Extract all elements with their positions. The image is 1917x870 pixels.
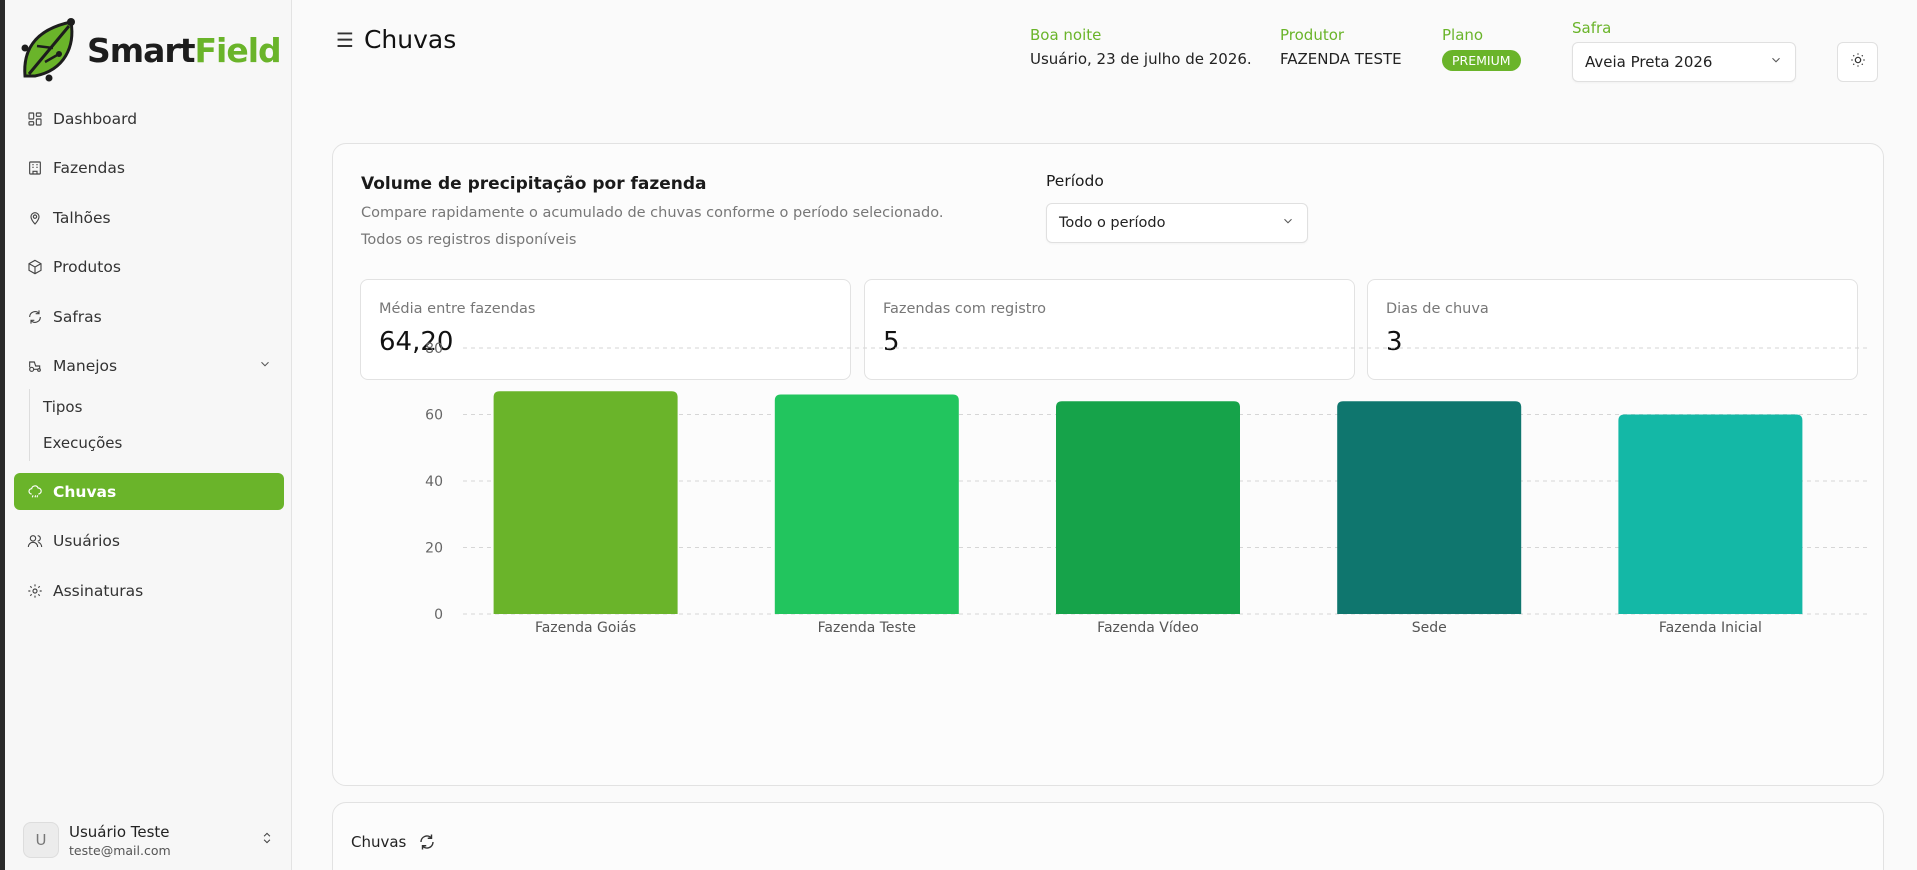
manejos-subnav: Tipos Execuções [29, 389, 284, 461]
card-subtitle-period: Todos os registros disponíveis [361, 232, 577, 248]
chevron-down-icon [1281, 214, 1295, 232]
chevron-down-icon [1769, 53, 1783, 71]
user-name: Usuário Teste [69, 822, 170, 841]
bar [1056, 401, 1240, 614]
x-tick-label: Fazenda Vídeo [1097, 620, 1199, 636]
sidebar-item-label: Manejos [53, 357, 118, 375]
sidebar-item-usuarios[interactable]: Usuários [14, 523, 284, 560]
y-tick-label: 80 [425, 341, 443, 357]
sidebar-item-label: Talhões [53, 208, 111, 227]
building-icon [26, 160, 43, 177]
stat-label: Média entre fazendas [379, 301, 536, 317]
avatar: U [23, 822, 59, 858]
sidebar-item-label: Produtos [53, 258, 121, 276]
periodo-label: Período [1046, 172, 1104, 190]
main-content: ☰ Chuvas Boa noite Usuário, 23 de julho … [292, 0, 1917, 870]
precipitation-card: Volume de precipitação por fazenda Compa… [332, 143, 1884, 786]
sidebar-item-assinaturas[interactable]: Assinaturas [14, 572, 284, 609]
sidebar-item-talhoes[interactable]: Talhões [14, 199, 284, 236]
periodo-select[interactable]: Todo o período [1046, 203, 1308, 243]
sidebar-nav: Dashboard Fazendas Talhões Produtos Safr… [14, 100, 284, 622]
safra: Safra [1572, 19, 1611, 43]
sidebar-item-label: Fazendas [53, 159, 125, 177]
sidebar-item-fazendas[interactable]: Fazendas [14, 150, 284, 187]
periodo-value: Todo o período [1059, 215, 1166, 231]
x-tick-label: Fazenda Goiás [535, 620, 636, 636]
map-pin-icon [26, 209, 43, 226]
plano-label: Plano [1442, 26, 1484, 44]
sun-icon [1850, 52, 1866, 72]
safra-value: Aveia Preta 2026 [1585, 53, 1713, 71]
chuvas-list-card: Chuvas [332, 802, 1884, 870]
plan-badge: PREMIUM [1442, 50, 1521, 71]
card-title: Volume de precipitação por fazenda [361, 174, 707, 194]
produtor: Produtor FAZENDA TESTE [1280, 26, 1402, 68]
leaf-logo-icon [21, 18, 75, 82]
sidebar-subitem-execucoes[interactable]: Execuções [43, 425, 284, 461]
precipitation-bar-chart: 0 20 40 60 80 Fazenda Goiás Fazenda Teste Fazen… [425, 341, 1868, 636]
stat-label: Dias de chuva [1386, 301, 1489, 317]
bar [1618, 414, 1803, 614]
theme-toggle-button[interactable] [1837, 42, 1878, 82]
sidebar: SmartField Dashboard Fazendas Talhões Pr… [5, 0, 292, 870]
package-icon [26, 259, 43, 276]
brand-name: SmartField [87, 30, 282, 70]
cloud-rain-icon [26, 483, 43, 500]
greeting: Boa noite Usuário, 23 de julho de 2026. [1030, 26, 1252, 68]
users-icon [26, 533, 43, 550]
sidebar-item-dashboard[interactable]: Dashboard [14, 100, 284, 137]
sidebar-item-label: Chuvas [53, 482, 117, 501]
sidebar-item-produtos[interactable]: Produtos [14, 249, 284, 286]
produtor-value: FAZENDA TESTE [1280, 50, 1402, 68]
plano: Plano PREMIUM [1442, 26, 1521, 71]
page-title: Chuvas [363, 25, 457, 54]
sidebar-item-label: Assinaturas [53, 581, 144, 600]
top-header: ☰ Chuvas Boa noite Usuário, 23 de julho … [292, 0, 1917, 110]
y-tick-label: 60 [425, 408, 443, 424]
y-tick-label: 40 [425, 474, 443, 490]
sidebar-item-label: Usuários [53, 532, 120, 550]
user-menu[interactable]: U Usuário Teste teste@mail.com [23, 822, 278, 858]
tractor-icon [26, 358, 43, 375]
menu-icon[interactable]: ☰ [336, 28, 354, 52]
y-tick-label: 0 [434, 607, 443, 623]
greeting-label: Boa noite [1030, 26, 1102, 44]
x-tick-label: Sede [1412, 620, 1447, 636]
sidebar-item-safras[interactable]: Safras [14, 298, 284, 335]
user-email: teste@mail.com [69, 842, 171, 858]
x-tick-label: Fazenda Teste [818, 620, 916, 636]
card2-title: Chuvas [351, 833, 407, 851]
sidebar-item-manejos[interactable]: Manejos [14, 348, 284, 385]
safra-select[interactable]: Aveia Preta 2026 [1572, 42, 1796, 82]
x-tick-label: Fazenda Inicial [1659, 620, 1762, 636]
produtor-label: Produtor [1280, 26, 1345, 44]
stat-label: Fazendas com registro [883, 301, 1046, 317]
chevron-down-icon[interactable] [258, 357, 272, 375]
y-tick-label: 20 [425, 541, 443, 557]
greeting-value: Usuário, 23 de julho de 2026. [1030, 50, 1252, 68]
logo[interactable]: SmartField [19, 16, 282, 84]
sidebar-item-label: Safras [53, 307, 102, 326]
gear-icon [26, 582, 43, 599]
refresh-icon [26, 308, 43, 325]
sidebar-item-chuvas[interactable]: Chuvas [14, 473, 284, 510]
sidebar-item-label: Dashboard [53, 109, 138, 128]
card-subtitle: Compare rapidamente o acumulado de chuva… [361, 205, 944, 221]
refresh-icon[interactable] [418, 833, 436, 851]
bar [774, 394, 959, 614]
bar [493, 391, 678, 614]
bar [1337, 401, 1522, 614]
safra-label: Safra [1572, 19, 1612, 37]
sidebar-subitem-tipos[interactable]: Tipos [43, 389, 284, 425]
chevrons-up-down-icon[interactable] [260, 830, 274, 850]
dashboard-icon [26, 110, 43, 127]
